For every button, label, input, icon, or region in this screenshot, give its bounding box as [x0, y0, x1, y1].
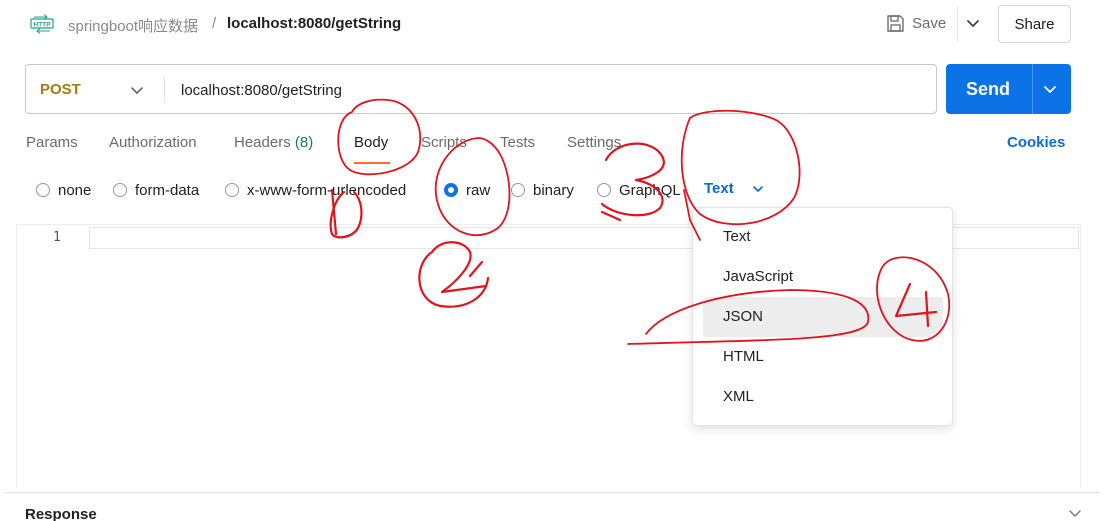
save-options-chevron-icon[interactable]: [965, 15, 981, 31]
save-divider: [957, 6, 958, 42]
cookies-link[interactable]: Cookies: [1007, 134, 1065, 151]
radio-none[interactable]: [36, 183, 50, 197]
body-type-form-data[interactable]: form-data: [113, 180, 199, 200]
body-type-binary[interactable]: binary: [511, 180, 574, 200]
url-divider: [164, 77, 165, 103]
share-button[interactable]: Share: [998, 5, 1071, 43]
tab-settings[interactable]: Settings: [567, 134, 621, 151]
save-icon[interactable]: [886, 14, 905, 33]
radio-binary[interactable]: [511, 183, 525, 197]
headers-count-badge: (8): [294, 134, 314, 151]
response-collapse-chevron-icon[interactable]: [1067, 505, 1083, 521]
radio-graphql[interactable]: [597, 183, 611, 197]
save-button[interactable]: Save: [912, 15, 946, 32]
send-divider: [1032, 64, 1033, 114]
send-button-label: Send: [966, 79, 1011, 99]
tab-body[interactable]: Body: [354, 134, 388, 151]
format-option-javascript[interactable]: JavaScript: [703, 257, 943, 297]
body-type-none-label: none: [58, 181, 92, 199]
tab-headers-label: Headers: [234, 134, 291, 151]
response-panel-header[interactable]: Response: [5, 492, 1100, 521]
format-dropdown-menu: Text JavaScript JSON HTML XML: [692, 207, 953, 426]
format-option-html[interactable]: HTML: [703, 337, 943, 377]
tab-scripts[interactable]: Scripts: [421, 134, 467, 151]
body-type-raw-label: raw: [466, 181, 491, 199]
radio-urlencoded[interactable]: [225, 183, 239, 197]
line-number: 1: [53, 230, 61, 245]
body-type-form-data-label: form-data: [135, 181, 200, 199]
request-header: HTTP springboot响应数据 / localhost:8080/get…: [0, 0, 1105, 50]
response-title: Response: [25, 506, 97, 521]
method-chevron-down-icon[interactable]: [129, 82, 145, 98]
breadcrumb-request-name[interactable]: localhost:8080/getString: [227, 15, 401, 32]
format-option-xml[interactable]: XML: [703, 377, 943, 417]
breadcrumb-separator: /: [212, 15, 217, 32]
body-type-graphql[interactable]: GraphQL: [597, 180, 681, 200]
body-type-graphql-label: GraphQL: [619, 181, 681, 199]
request-url-bar: POST: [25, 64, 937, 114]
format-option-text[interactable]: Text: [703, 217, 943, 257]
send-button[interactable]: Send: [946, 64, 1071, 114]
body-type-binary-label: binary: [533, 181, 574, 199]
http-method-select[interactable]: POST: [40, 81, 81, 98]
breadcrumb-collection[interactable]: springboot响应数据: [68, 15, 198, 36]
body-type-none[interactable]: none: [36, 180, 91, 200]
format-chevron-down-icon[interactable]: [751, 182, 765, 196]
body-type-urlencoded-label: x-www-form-urlencoded: [247, 181, 407, 199]
body-type-raw[interactable]: raw: [444, 180, 490, 200]
active-tab-underline: [354, 162, 390, 164]
send-options-chevron-icon[interactable]: [1042, 81, 1058, 97]
tab-headers[interactable]: Headers (8): [234, 134, 313, 151]
http-request-icon: HTTP: [30, 14, 54, 34]
body-type-urlencoded[interactable]: x-www-form-urlencoded: [225, 180, 406, 200]
tab-params[interactable]: Params: [26, 134, 78, 151]
radio-raw[interactable]: [444, 183, 458, 197]
postman-request-page: HTTP springboot响应数据 / localhost:8080/get…: [0, 0, 1105, 521]
svg-text:HTTP: HTTP: [34, 21, 52, 28]
radio-form-data[interactable]: [113, 183, 127, 197]
tab-authorization[interactable]: Authorization: [109, 134, 197, 151]
tab-tests[interactable]: Tests: [500, 134, 535, 151]
format-option-json[interactable]: JSON: [703, 297, 943, 337]
raw-format-select[interactable]: Text: [704, 180, 734, 197]
url-input[interactable]: [181, 79, 921, 101]
